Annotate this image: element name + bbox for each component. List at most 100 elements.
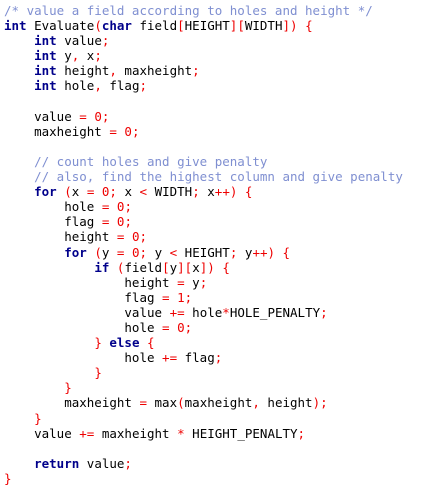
code-token: return: [34, 455, 80, 471]
code-line: height = 0;: [4, 229, 432, 244]
code-line: }: [4, 471, 432, 486]
code-token: y: [169, 259, 178, 275]
code-token: x: [116, 184, 140, 200]
code-token: (: [177, 395, 185, 411]
code-token: value: [79, 455, 125, 471]
code-token: ;: [184, 289, 193, 305]
code-token: {: [244, 184, 253, 200]
code-line: int height, maxheight;: [4, 63, 432, 78]
code-token: =: [177, 274, 185, 290]
code-token: height: [259, 395, 313, 411]
code-token: ,: [109, 63, 117, 79]
code-token: ;: [139, 244, 148, 260]
code-token: field: [124, 259, 163, 275]
code-token: // also, find the highest column and giv…: [34, 169, 403, 185]
code-line: hole = 0;: [4, 320, 432, 335]
code-token: char: [101, 18, 132, 34]
code-token: height: [4, 274, 178, 290]
code-token: flag: [4, 214, 102, 230]
code-line: height = y;: [4, 275, 432, 290]
code-token: 0: [177, 319, 185, 335]
code-line: int y, x;: [4, 48, 432, 63]
code-token: ][: [229, 18, 245, 34]
code-token: hole: [184, 304, 223, 320]
code-token: value: [56, 33, 102, 49]
code-token: // count holes and give penalty: [34, 153, 268, 169]
code-token: hole: [56, 78, 95, 94]
code-token: ;: [124, 214, 132, 230]
code-token: *: [222, 304, 230, 320]
code-line: // count holes and give penalty: [4, 154, 432, 169]
code-line: maxheight = max(maxheight, height);: [4, 395, 432, 410]
code-token: ++): [214, 184, 238, 200]
code-token: =: [162, 289, 170, 305]
code-token: +=: [162, 350, 178, 366]
code-token: y: [56, 48, 72, 64]
code-token: y: [147, 244, 170, 260]
code-token: {: [282, 244, 291, 260]
code-token: height: [4, 229, 117, 245]
code-token: ;: [139, 229, 148, 245]
code-line: }: [4, 380, 432, 395]
code-token: int: [34, 48, 57, 64]
code-token: ;: [192, 63, 200, 79]
code-token: value: [4, 425, 80, 441]
code-token: +=: [79, 425, 95, 441]
code-token: x: [199, 184, 215, 200]
code-token: flag: [177, 350, 215, 366]
code-token: y: [184, 274, 200, 290]
code-token: else: [109, 335, 140, 351]
code-token: maxheight: [94, 425, 178, 441]
code-line: } else {: [4, 335, 432, 350]
code-token: y: [237, 244, 253, 260]
code-line: /* value a field according to holes and …: [4, 3, 432, 18]
code-token: WIDTH: [147, 184, 193, 200]
code-token: (: [94, 244, 102, 260]
code-token: );: [312, 395, 328, 411]
code-token: ++): [252, 244, 276, 260]
code-token: HOLE_PENALTY: [229, 304, 321, 320]
code-token: (: [94, 18, 102, 34]
code-token: x: [192, 259, 200, 275]
code-token: x: [71, 184, 87, 200]
code-token: }: [64, 380, 72, 396]
code-line: return value;: [4, 456, 432, 471]
code-token: maxheight: [116, 63, 193, 79]
code-line: flag = 1;: [4, 290, 432, 305]
code-token: {: [305, 18, 313, 34]
code-token: ,: [94, 78, 102, 94]
code-token: int: [34, 63, 57, 79]
code-token: hole: [4, 319, 163, 335]
code-line: value += hole*HOLE_PENALTY;: [4, 305, 432, 320]
code-token: ;: [101, 108, 110, 124]
code-token: {: [147, 335, 155, 351]
code-token: ;: [94, 48, 102, 64]
code-line: // also, find the highest column and giv…: [4, 169, 432, 184]
code-token: int: [4, 18, 27, 34]
code-token: maxheight: [4, 395, 140, 411]
code-token: max: [147, 395, 178, 411]
code-token: y: [101, 244, 117, 260]
code-token: ;: [124, 199, 132, 215]
code-token: ;: [101, 33, 110, 49]
code-token: ;: [297, 425, 306, 441]
code-token: }: [94, 365, 102, 381]
code-token: WIDTH: [244, 18, 283, 34]
code-block: /* value a field according to holes and …: [0, 0, 432, 487]
code-token: *: [177, 425, 185, 441]
code-token: ;: [184, 319, 193, 335]
code-token: ;: [320, 304, 328, 320]
code-token: [: [177, 18, 185, 34]
